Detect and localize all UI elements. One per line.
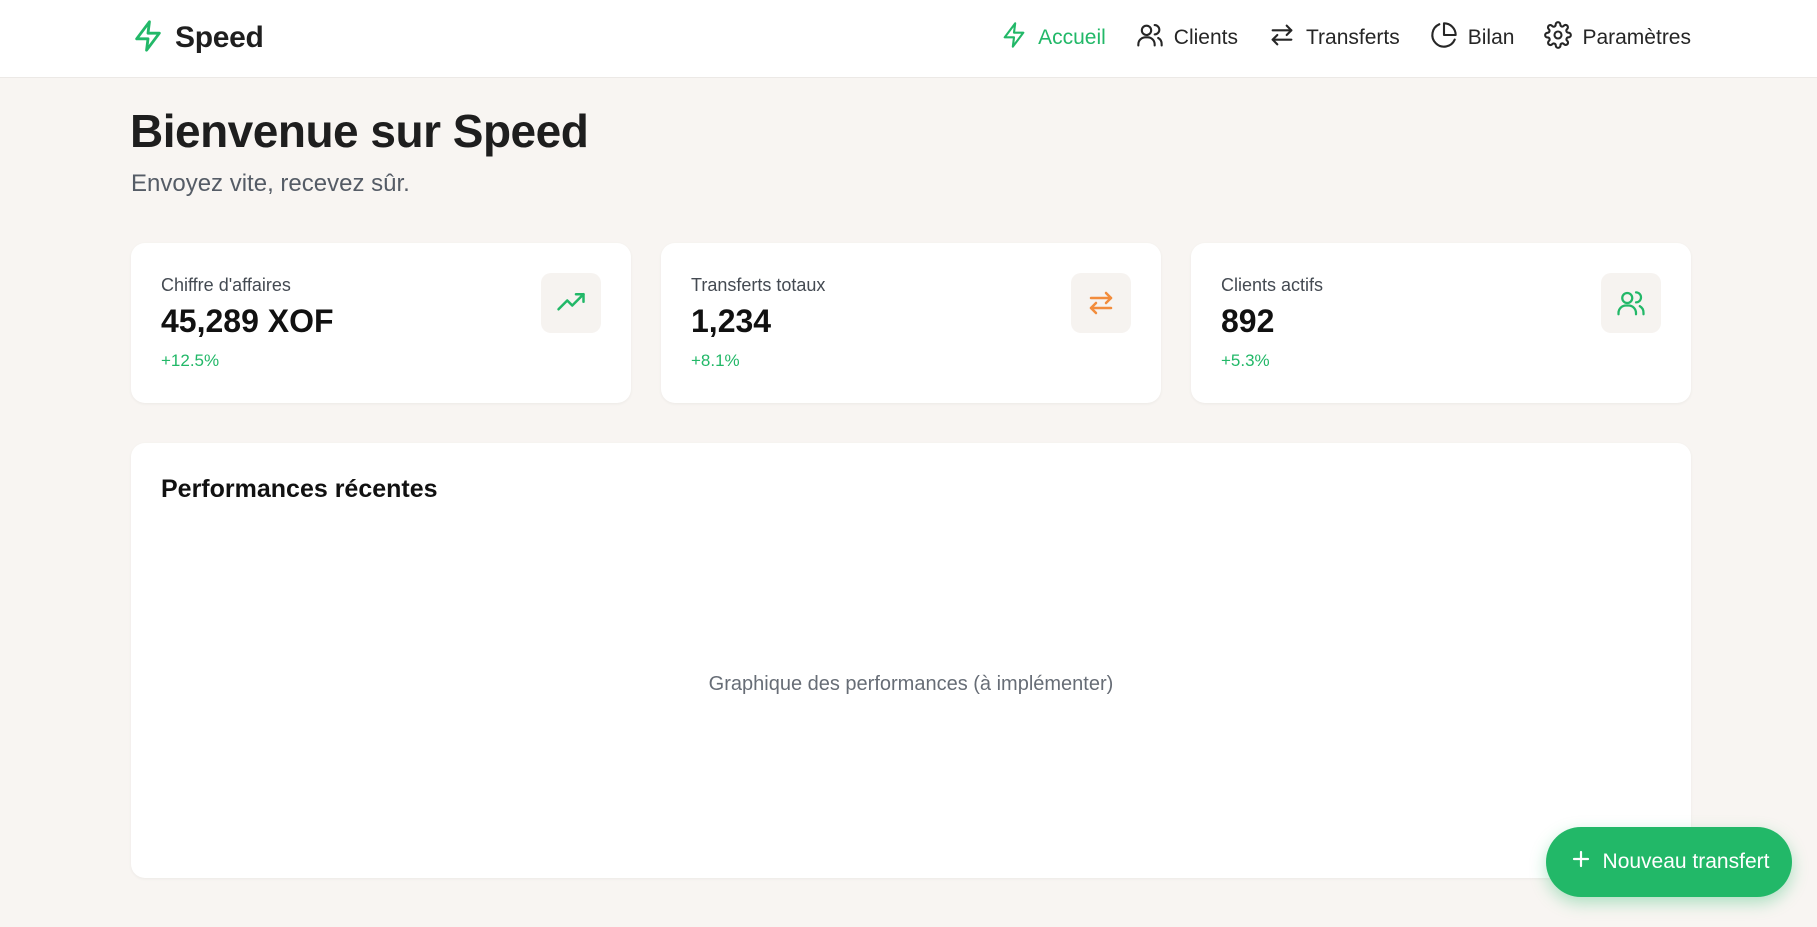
arrows-swap-icon (1268, 21, 1296, 55)
trending-up-icon (541, 273, 601, 333)
stats-row: Chiffre d'affaires 45,289 XOF +12.5% Tra… (131, 243, 1691, 403)
performance-title: Performances récentes (161, 475, 438, 503)
new-transfer-button[interactable]: Nouveau transfert (1546, 827, 1792, 897)
nav-item-label: Paramètres (1582, 26, 1691, 49)
arrows-swap-icon (1071, 273, 1131, 333)
plus-icon (1569, 847, 1593, 877)
stat-change: +5.3% (1221, 351, 1270, 370)
page-title: Bienvenue sur Speed (130, 105, 589, 157)
lightning-icon (131, 17, 165, 60)
brand-logo[interactable]: Speed (131, 18, 264, 58)
brand-name: Speed (175, 21, 264, 54)
stat-value: 892 (1221, 303, 1275, 339)
stat-value: 45,289 XOF (161, 303, 334, 339)
stat-label: Chiffre d'affaires (161, 275, 291, 295)
top-header: Speed Accueil Clients Transferts Bilan P… (0, 0, 1817, 78)
stat-change: +8.1% (691, 351, 740, 370)
nav-item-bilan[interactable]: Bilan (1430, 21, 1515, 55)
nav-item-label: Transferts (1306, 26, 1400, 49)
stat-card-clients: Clients actifs 892 +5.3% (1191, 243, 1691, 403)
users-icon (1136, 21, 1164, 55)
stat-label: Clients actifs (1221, 275, 1324, 295)
stat-card-transfers: Transferts totaux 1,234 +8.1% (661, 243, 1161, 403)
users-icon (1601, 273, 1661, 333)
stat-card-revenue: Chiffre d'affaires 45,289 XOF +12.5% (131, 243, 631, 403)
new-transfer-label: Nouveau transfert (1602, 850, 1770, 873)
nav-item-label: Bilan (1467, 26, 1515, 49)
nav-item-label: Accueil (1038, 26, 1106, 49)
nav-item-transferts[interactable]: Transferts (1268, 21, 1400, 55)
page-subtitle: Envoyez vite, recevez sûr. (131, 170, 410, 197)
lightning-icon (1000, 21, 1028, 55)
main-nav: Accueil Clients Transferts Bilan Paramèt… (1000, 18, 1691, 58)
nav-item-parametres[interactable]: Paramètres (1544, 21, 1691, 55)
chart-placeholder: Graphique des performances (à implémente… (708, 673, 1114, 695)
performance-card: Performances récentes Graphique des perf… (131, 443, 1691, 878)
stat-value: 1,234 (691, 303, 772, 339)
pie-chart-icon (1430, 21, 1458, 55)
stat-change: +12.5% (161, 351, 220, 370)
stat-label: Transferts totaux (691, 275, 826, 295)
nav-item-clients[interactable]: Clients (1136, 21, 1238, 55)
nav-item-accueil[interactable]: Accueil (1000, 21, 1106, 55)
nav-item-label: Clients (1173, 26, 1238, 49)
gear-icon (1544, 21, 1573, 55)
